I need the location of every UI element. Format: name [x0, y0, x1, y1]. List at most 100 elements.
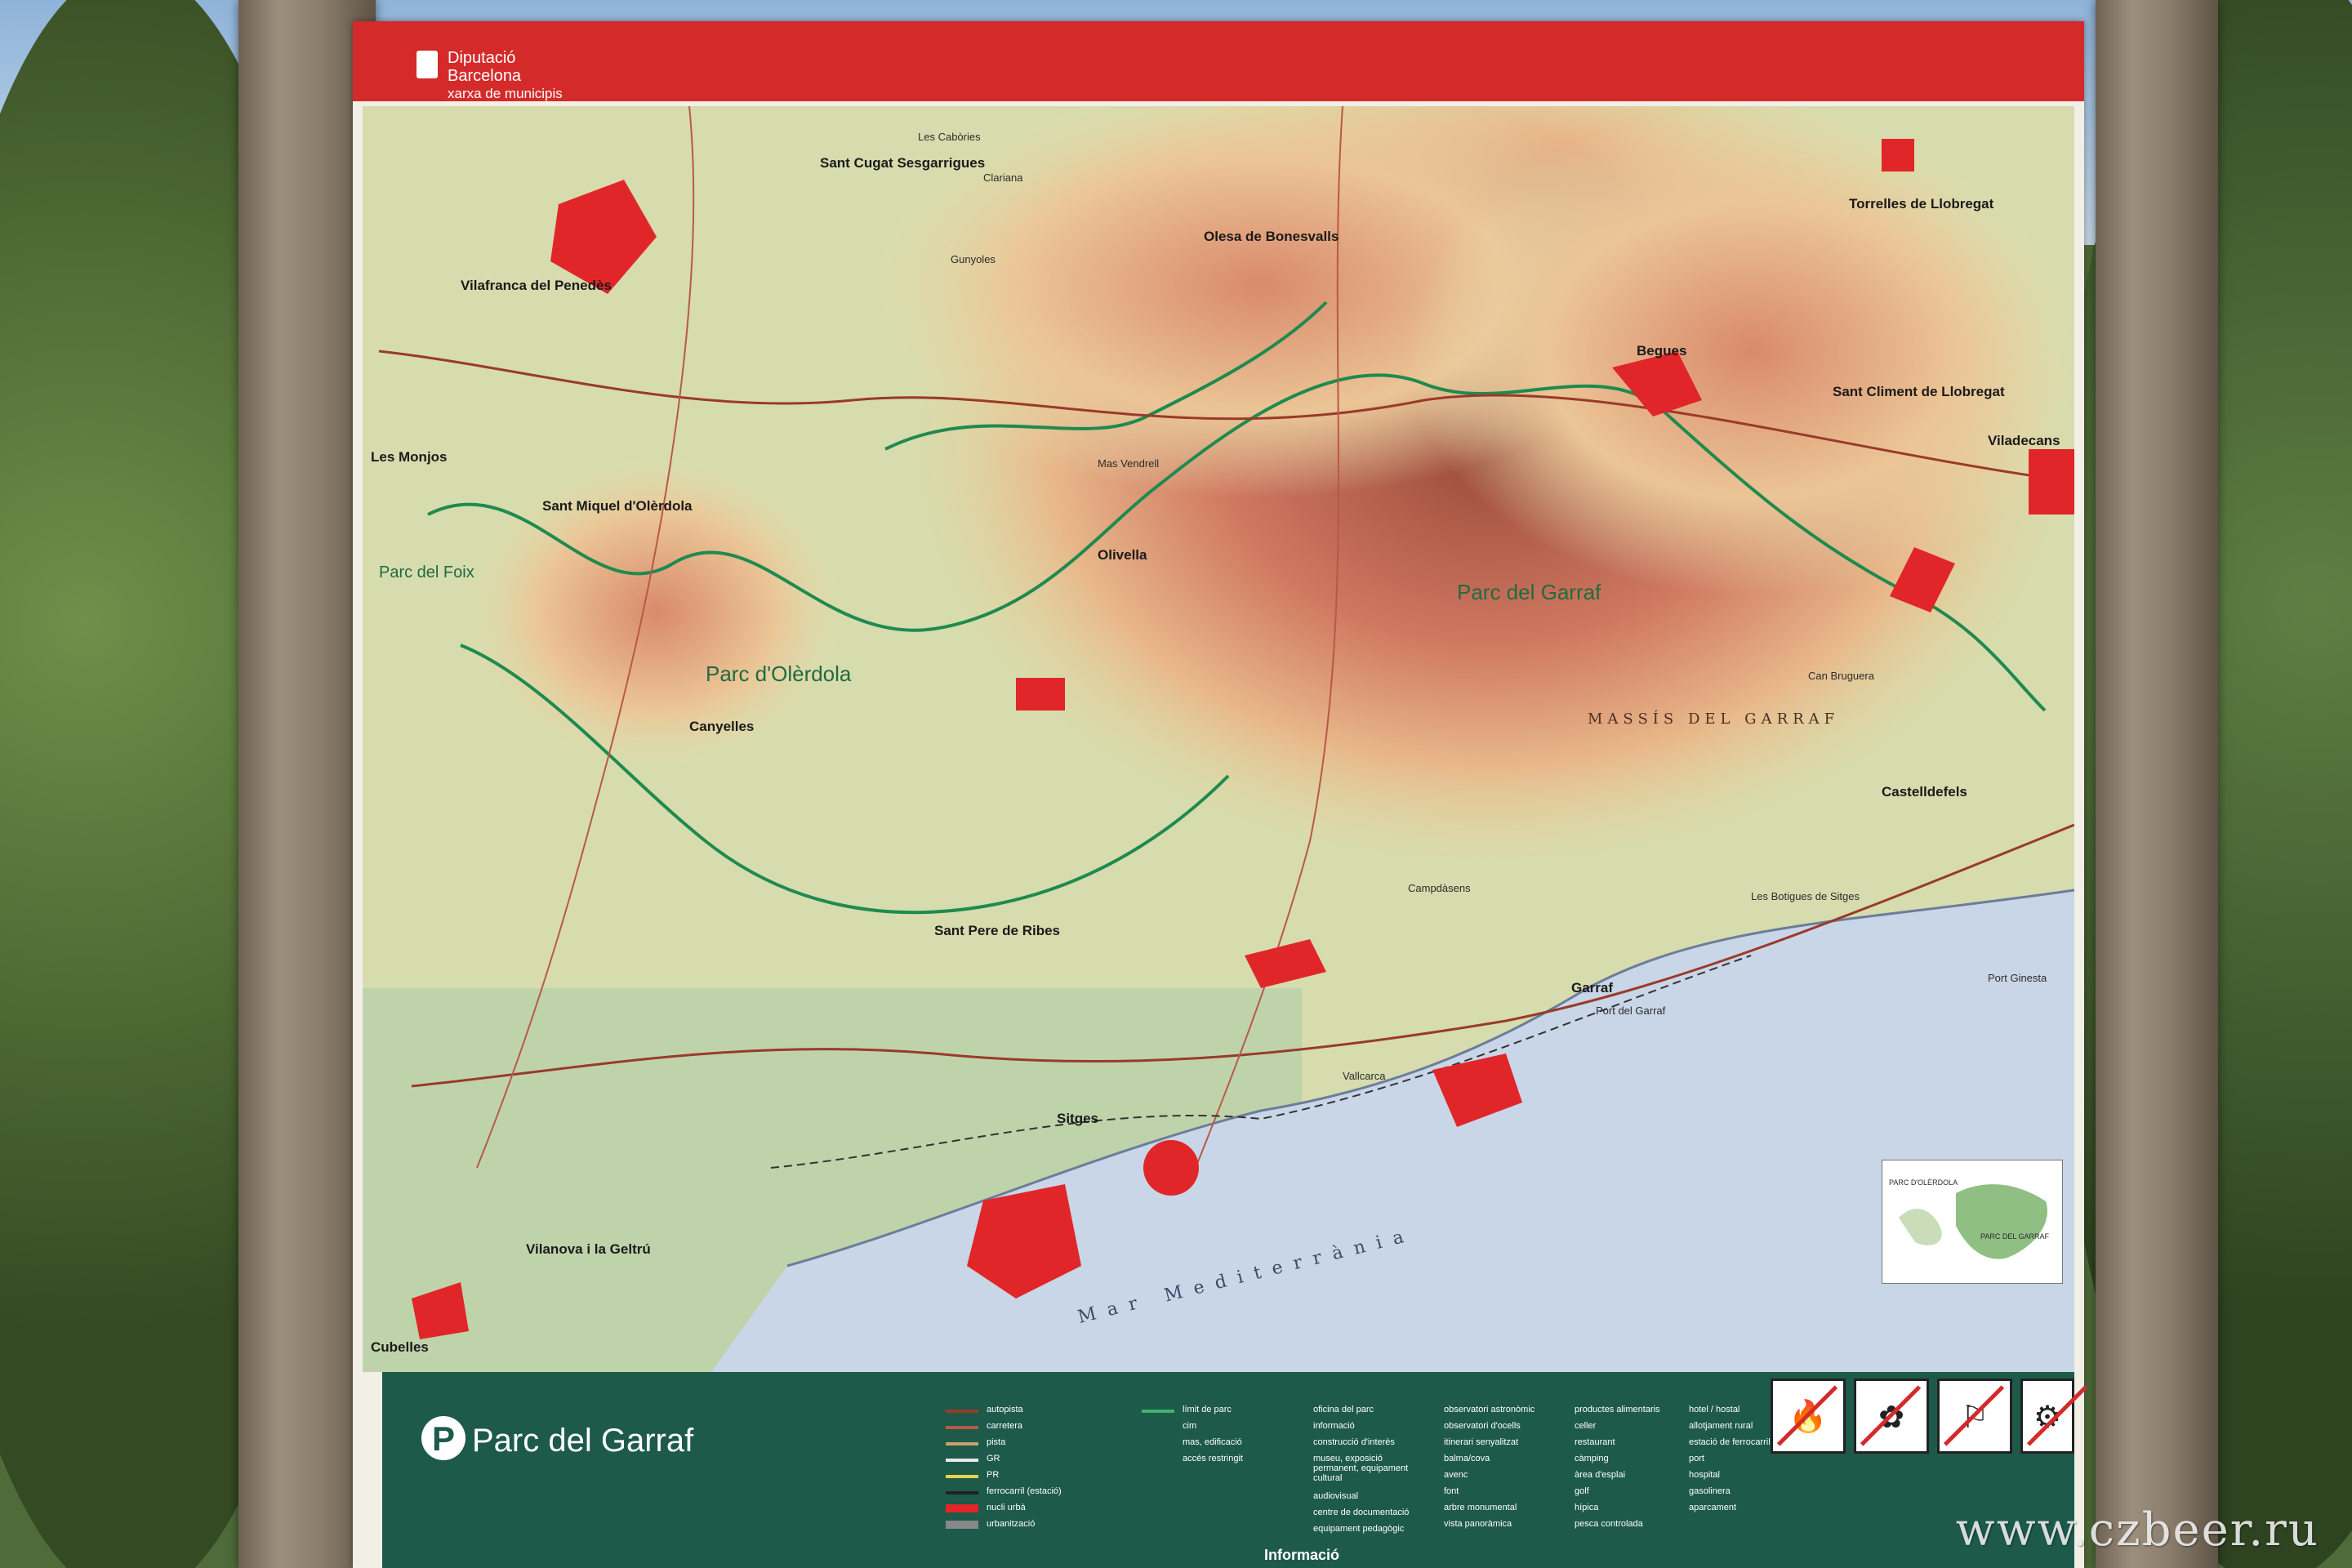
- legend-item: balma/cova: [1444, 1454, 1490, 1463]
- town-label: Sant Pere de Ribes: [934, 923, 1061, 938]
- legend-item: museu, exposició permanent, equipament c…: [1313, 1454, 1409, 1483]
- no-motorbike-icon: ⚙: [2020, 1379, 2074, 1454]
- legend-item: ferrocarril (estació): [987, 1486, 1062, 1496]
- town-label: Campdàsens: [1408, 882, 1471, 894]
- no-fire-icon: 🔥: [1771, 1379, 1846, 1454]
- legend-item: celler: [1575, 1421, 1597, 1431]
- swatch-pr: [946, 1475, 978, 1478]
- legend-item: pesca controlada: [1575, 1519, 1643, 1529]
- town-label: Garraf: [1571, 980, 1614, 996]
- diputacio-logo-icon: [416, 51, 438, 78]
- legend-item: nucli urbà: [987, 1503, 1026, 1512]
- legend-item: oficina del parc: [1313, 1405, 1374, 1414]
- legend-item: estació de ferrocarril: [1689, 1437, 1771, 1447]
- label-parc-foix: Parc del Foix: [379, 564, 474, 581]
- swatch-urbanitzacio: [946, 1521, 978, 1529]
- legend-item: càmping: [1575, 1454, 1609, 1463]
- logo-line-2: Barcelona: [448, 67, 522, 85]
- legend-item: construcció d'interès: [1313, 1437, 1395, 1447]
- park-p-icon: P: [421, 1416, 466, 1460]
- town-label: Port Ginesta: [1988, 972, 2047, 984]
- label-parc-olerdola: Parc d'Olèrdola: [706, 662, 852, 686]
- legend-item: gasolinera: [1689, 1486, 1731, 1496]
- legend-item: allotjament rural: [1689, 1421, 1753, 1431]
- legend-item: cim: [1183, 1421, 1197, 1431]
- town-label: Torrelles de Llobregat: [1849, 196, 1994, 212]
- legend-item: centre de documentació: [1313, 1508, 1410, 1517]
- legend-item: accés restringit: [1183, 1454, 1243, 1463]
- legend-item: PR: [987, 1470, 1000, 1480]
- legend-item: itinerari senyalitzat: [1444, 1437, 1519, 1447]
- swatch-gr: [946, 1459, 978, 1462]
- town-label: Port del Garraf: [1596, 1004, 1666, 1017]
- legend-item: hospital: [1689, 1470, 1720, 1480]
- swatch-carretera: [946, 1426, 978, 1429]
- town-label: Cubelles: [371, 1339, 429, 1355]
- logo-line-1: Diputació: [448, 49, 516, 67]
- no-picking-flowers-icon: ✿: [1854, 1379, 1929, 1454]
- swatch-pista: [946, 1442, 978, 1446]
- legend-item: informació: [1313, 1421, 1355, 1431]
- legend-item: hotel / hostal: [1689, 1405, 1740, 1414]
- wooden-post-right: [2096, 0, 2218, 1568]
- swatch-autopista: [946, 1410, 978, 1413]
- swatch-ferrocarril: [946, 1491, 978, 1494]
- park-map: Parc del Garraf Parc d'Olèrdola Parc del…: [363, 106, 2074, 1372]
- legend-item: restaurant: [1575, 1437, 1615, 1447]
- legend-item: port: [1689, 1454, 1704, 1463]
- legend-item: aparcament: [1689, 1503, 1737, 1512]
- urban-viladecans: [2029, 449, 2074, 514]
- town-label: Les Monjos: [371, 449, 448, 465]
- urban-canyelles: [1016, 678, 1065, 710]
- urban-torrelles: [1882, 139, 1914, 172]
- town-label: Vilafranca del Penedès: [461, 278, 612, 293]
- swatch-nucli-urba: [946, 1504, 978, 1512]
- inset-label-olerdola: PARC D'OLÈRDOLA: [1889, 1178, 1958, 1187]
- town-label: Clariana: [983, 172, 1023, 184]
- town-label: Vallcarca: [1343, 1070, 1386, 1082]
- legend-item: productes alimentaris: [1575, 1405, 1660, 1414]
- town-label: Olesa de Bonesvalls: [1204, 229, 1339, 244]
- town-label: Sant Miquel d'Olèrdola: [542, 498, 693, 514]
- swatch-limit-parc: [1142, 1410, 1174, 1413]
- legend-panel: P Parc del Garraf autopista carretera pi…: [382, 1372, 2074, 1568]
- label-parc-garraf: Parc del Garraf: [1457, 580, 1601, 604]
- label-massis: MASSÍS DEL GARRAF: [1588, 710, 1840, 728]
- town-label: Gunyoles: [951, 253, 996, 265]
- east-relief: [1408, 106, 2074, 596]
- header-band: Diputació Barcelona xarxa de municipis: [353, 21, 2084, 101]
- legend-item: avenc: [1444, 1470, 1468, 1480]
- town-label: Castelldefels: [1882, 784, 1967, 800]
- legend-item: límit de parc: [1183, 1405, 1232, 1414]
- legend-item: mas, edificació: [1183, 1437, 1242, 1447]
- town-label: Vilanova i la Geltrú: [526, 1241, 651, 1257]
- town-label: Mas Vendrell: [1098, 457, 1160, 470]
- legend-item: equipament pedagògic: [1313, 1524, 1405, 1534]
- map-board: Diputació Barcelona xarxa de municipis P…: [353, 21, 2084, 1568]
- map-terrain: [363, 106, 2074, 1372]
- town-label: Begues: [1637, 343, 1687, 359]
- town-label: Les Cabòries: [918, 131, 981, 143]
- town-label: Sitges: [1057, 1111, 1099, 1126]
- town-label: Sant Cugat Sesgarrigues: [820, 155, 986, 171]
- urban-les-roquetes: [1143, 1140, 1199, 1196]
- logo-line-3: xarxa de municipis: [448, 86, 563, 101]
- legend-item: golf: [1575, 1486, 1589, 1496]
- inset-label-garraf: PARC DEL GARRAF: [1980, 1232, 2050, 1241]
- legend-item: GR: [987, 1454, 1000, 1463]
- town-label: Canyelles: [689, 719, 755, 734]
- inset-olerdola-shape: [1899, 1209, 1942, 1245]
- legend-item: urbanització: [987, 1519, 1036, 1529]
- legend-item: pista: [987, 1437, 1006, 1447]
- legend-item: carretera: [987, 1421, 1023, 1431]
- legend-title: Parc del Garraf: [472, 1423, 694, 1459]
- town-label: Les Botigues de Sitges: [1751, 890, 1860, 902]
- legend-item: font: [1444, 1486, 1459, 1496]
- town-label: Can Bruguera: [1808, 670, 1874, 682]
- legend-item: observatori astronòmic: [1444, 1405, 1535, 1414]
- legend-item: audiovisual: [1313, 1491, 1359, 1501]
- town-label: Sant Climent de Llobregat: [1833, 384, 2005, 399]
- town-label: Olivella: [1098, 547, 1147, 563]
- watermark: www.czbeer.ru: [1955, 1503, 2319, 1557]
- legend-footer-info: Informació: [1264, 1547, 1340, 1563]
